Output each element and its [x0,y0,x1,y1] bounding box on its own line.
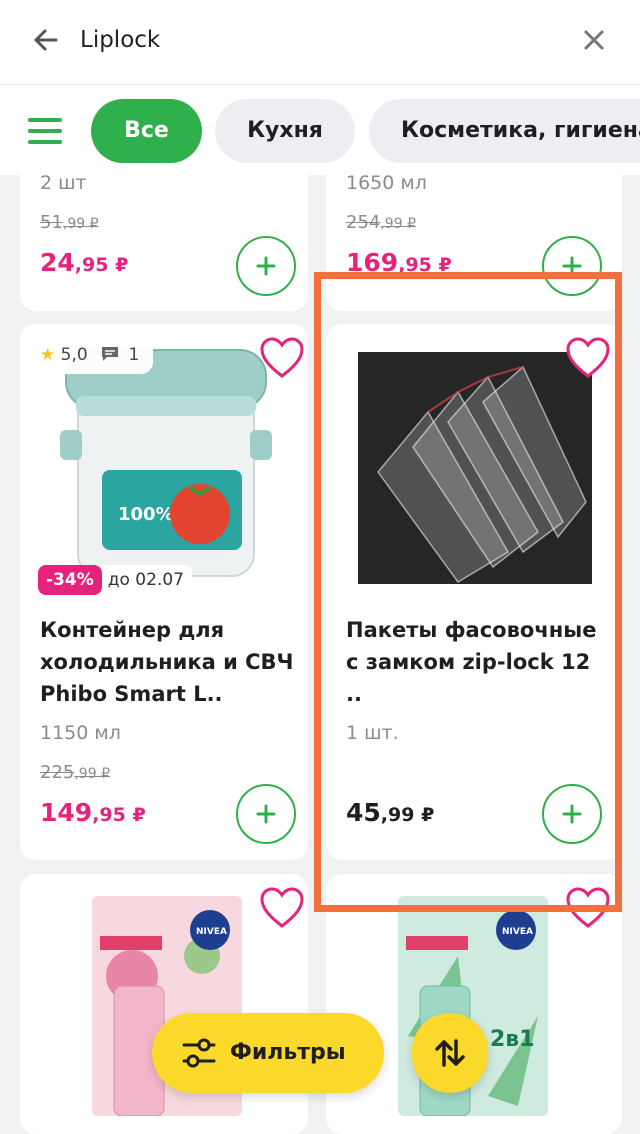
search-query[interactable]: Liplock [80,22,160,58]
old-price: 254,99 ₽ [346,212,416,233]
category-bar-front: Все Кухня Косметика, гигиена [0,85,640,175]
old-price: 51,99 ₽ [40,212,99,233]
plus-icon [256,256,276,276]
plus-icon [256,804,276,824]
price: 45,99 ₽ [346,798,435,827]
product-unit: 2 шт [40,172,87,194]
svg-text:2в1: 2в1 [490,1027,535,1052]
product-card-lipbalm-rose[interactable]: NIVEA 2в1 [20,874,308,1134]
review-count: 1 [128,345,140,365]
rating-badge: ★ 5,0 1 [36,336,154,374]
product-card-ziplock[interactable]: Пакеты фасовочные с замком zip-lock 12 .… [326,324,622,860]
heart-icon[interactable] [258,886,306,930]
product-name: Пакеты фасовочные с замком zip-lock 12 .… [346,618,597,706]
menu-icon[interactable] [28,117,62,145]
price: 24,95 ₽ [40,248,129,277]
filters-label: Фильтры [230,1040,346,1065]
discount-badge: -34% до 02.07 [38,565,192,595]
plus-icon [562,804,582,824]
svg-text:100%: 100% [118,504,174,525]
filters-button[interactable]: Фильтры [152,1013,384,1093]
discount-percent: -34% [38,565,102,595]
chip-kitchen[interactable]: Кухня [215,99,355,163]
old-price: 225,99 ₽ [40,762,110,783]
plus-icon [562,256,582,276]
add-to-cart-button[interactable] [542,236,602,296]
search-bar: Liplock [0,0,640,85]
price: 149,95 ₽ [40,798,146,827]
star-icon: ★ [40,345,56,365]
sort-icon [435,1039,465,1067]
back-arrow-icon[interactable] [30,24,62,56]
close-icon[interactable] [580,26,608,54]
filters-icon [182,1038,216,1068]
product-unit: 1650 мл [346,172,427,194]
product-card-lipbalm-aloe[interactable]: NIVEA 2в1 [326,874,622,1134]
svg-text:NIVEA: NIVEA [196,927,227,937]
comment-icon [102,347,119,361]
svg-text:NIVEA: NIVEA [502,927,533,937]
chip-all[interactable]: Все [91,99,202,163]
sort-button[interactable] [412,1013,488,1093]
add-to-cart-button[interactable] [236,784,296,844]
ziplock-product-image [358,352,592,584]
product-name: Контейнер для холодильника и СВЧ Phibo S… [40,618,294,706]
price: 169,95 ₽ [346,248,452,277]
product-unit: 1 шт. [346,722,399,744]
add-to-cart-button[interactable] [542,784,602,844]
rating-value: 5,0 [60,345,88,365]
heart-icon[interactable] [258,336,306,380]
product-unit: 1150 мл [40,722,121,744]
heart-icon[interactable] [564,886,612,930]
heart-icon[interactable] [564,336,612,380]
container-product-image: 100% [60,349,272,577]
discount-until: до 02.07 [107,570,184,590]
add-to-cart-button[interactable] [236,236,296,296]
chip-cosmetics[interactable]: Косметика, гигиена [369,99,640,163]
